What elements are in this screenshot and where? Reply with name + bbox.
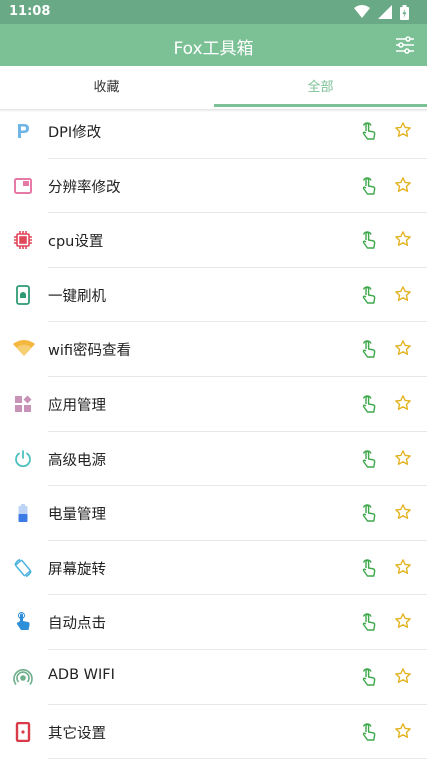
other-settings-icon bbox=[13, 721, 33, 742]
list-item[interactable]: cpu设置 bbox=[0, 213, 427, 268]
favorite-star-icon[interactable] bbox=[394, 339, 412, 357]
window-icon bbox=[13, 176, 33, 196]
wifi-icon bbox=[13, 339, 35, 359]
tool-label: 应用管理 bbox=[48, 397, 106, 414]
list-item[interactable]: 电量管理 bbox=[0, 486, 427, 541]
favorite-star-icon[interactable] bbox=[394, 449, 412, 467]
quick-launch-icon[interactable] bbox=[360, 230, 378, 250]
tool-label: 电量管理 bbox=[48, 507, 106, 524]
tool-label: ADB WIFI bbox=[48, 666, 115, 683]
power-icon bbox=[13, 449, 33, 469]
quick-launch-icon[interactable] bbox=[360, 176, 378, 196]
favorite-star-icon[interactable] bbox=[394, 667, 412, 685]
touch-app-icon bbox=[13, 612, 33, 632]
list-item[interactable]: 高级电源 bbox=[0, 432, 427, 487]
battery-icon bbox=[13, 503, 33, 523]
favorite-star-icon[interactable] bbox=[394, 722, 412, 740]
app-title: Fox工具箱 bbox=[173, 39, 254, 59]
list-item[interactable]: 分辨率修改 bbox=[0, 159, 427, 214]
tool-label: cpu设置 bbox=[48, 234, 104, 251]
tool-label: 屏幕旋转 bbox=[48, 561, 106, 578]
quick-launch-icon[interactable] bbox=[360, 449, 378, 469]
quick-launch-icon[interactable] bbox=[360, 612, 378, 632]
battery-status-icon bbox=[400, 4, 409, 20]
apps-grid-icon bbox=[13, 394, 33, 414]
favorite-star-icon[interactable] bbox=[394, 394, 412, 412]
list-item[interactable]: 一键刷机 bbox=[0, 268, 427, 323]
tool-label: wifi密码查看 bbox=[48, 343, 132, 360]
quick-launch-icon[interactable] bbox=[360, 558, 378, 578]
wifi-signal-icon bbox=[354, 5, 370, 19]
tool-label: 分辨率修改 bbox=[48, 179, 121, 196]
p-letter-icon bbox=[13, 121, 33, 141]
list-item[interactable]: 自动点击 bbox=[0, 595, 427, 650]
favorite-star-icon[interactable] bbox=[394, 230, 412, 248]
quick-launch-icon[interactable] bbox=[360, 339, 378, 359]
favorite-star-icon[interactable] bbox=[394, 285, 412, 303]
tool-label: 其它设置 bbox=[48, 725, 106, 742]
status-bar: 11:08 bbox=[0, 0, 427, 24]
quick-launch-icon[interactable] bbox=[360, 394, 378, 414]
cpu-chip-icon bbox=[13, 230, 33, 250]
app-bar: Fox工具箱 bbox=[0, 24, 427, 66]
list-item[interactable]: 其它设置 bbox=[0, 705, 427, 759]
list-item[interactable]: ADB WIFI bbox=[0, 650, 427, 705]
list-item[interactable]: 应用管理 bbox=[0, 377, 427, 432]
adb-wifi-icon bbox=[13, 667, 33, 687]
status-time: 11:08 bbox=[9, 4, 51, 19]
favorite-star-icon[interactable] bbox=[394, 176, 412, 194]
quick-launch-icon[interactable] bbox=[360, 503, 378, 523]
tab-all[interactable]: 全部 bbox=[214, 66, 427, 109]
list-item[interactable]: 屏幕旋转 bbox=[0, 541, 427, 596]
filter-settings-icon[interactable] bbox=[393, 33, 417, 57]
tool-label: 一键刷机 bbox=[48, 288, 106, 305]
cell-signal-icon bbox=[378, 5, 392, 19]
tool-label: 高级电源 bbox=[48, 452, 106, 469]
screen-rotation-icon bbox=[13, 558, 33, 578]
quick-launch-icon[interactable] bbox=[360, 121, 378, 141]
favorite-star-icon[interactable] bbox=[394, 612, 412, 630]
favorite-star-icon[interactable] bbox=[394, 503, 412, 521]
quick-launch-icon[interactable] bbox=[360, 285, 378, 305]
list-item[interactable]: DPI修改 bbox=[0, 104, 427, 159]
phone-android-icon bbox=[13, 284, 33, 305]
favorite-star-icon[interactable] bbox=[394, 558, 412, 576]
tool-list: DPI修改 分辨率修改 cpu设置 一键刷机 wifi密码查看 应用管理 高级电… bbox=[0, 104, 427, 759]
quick-launch-icon[interactable] bbox=[360, 667, 378, 687]
favorite-star-icon[interactable] bbox=[394, 121, 412, 139]
tab-favorites[interactable]: 收藏 bbox=[0, 66, 213, 109]
quick-launch-icon[interactable] bbox=[360, 722, 378, 742]
list-item[interactable]: wifi密码查看 bbox=[0, 322, 427, 377]
tool-label: 自动点击 bbox=[48, 616, 106, 633]
tool-label: DPI修改 bbox=[48, 125, 102, 141]
